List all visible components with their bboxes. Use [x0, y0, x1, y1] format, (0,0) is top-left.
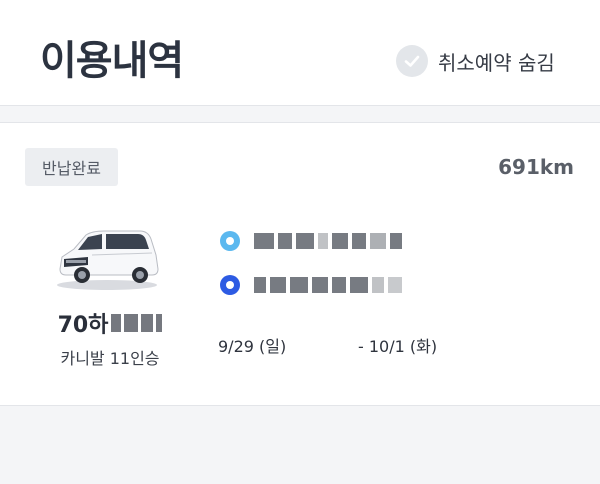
- end-location-row: [220, 275, 402, 295]
- end-date: - 10/1 (화): [358, 337, 438, 356]
- end-location-icon: [220, 275, 240, 295]
- start-location-masked: [254, 233, 402, 249]
- status-badge: 반납완료: [25, 148, 118, 186]
- plate-prefix: 70하: [57, 313, 109, 338]
- hide-cancelled-label[interactable]: 취소예약 숨김: [438, 47, 555, 76]
- distance-value: 691km: [498, 155, 574, 179]
- car-image: [57, 230, 159, 290]
- plate-number: 70하: [30, 307, 190, 339]
- car-model: 카니발 11인승: [60, 349, 160, 368]
- header: 이용내역 취소예약 숨김: [0, 0, 600, 106]
- reservation-card[interactable]: 반납완료 691km 70하 카니발 11인승 9/29 (일) - 10/1 …: [0, 122, 600, 406]
- start-location-icon: [220, 231, 240, 251]
- check-icon[interactable]: [396, 45, 428, 77]
- start-date: 9/29 (일): [218, 337, 287, 356]
- end-location-masked: [254, 277, 402, 293]
- hide-cancelled-toggle[interactable]: 취소예약 숨김: [396, 44, 555, 78]
- start-location-row: [220, 231, 402, 251]
- page-title: 이용내역: [40, 38, 184, 84]
